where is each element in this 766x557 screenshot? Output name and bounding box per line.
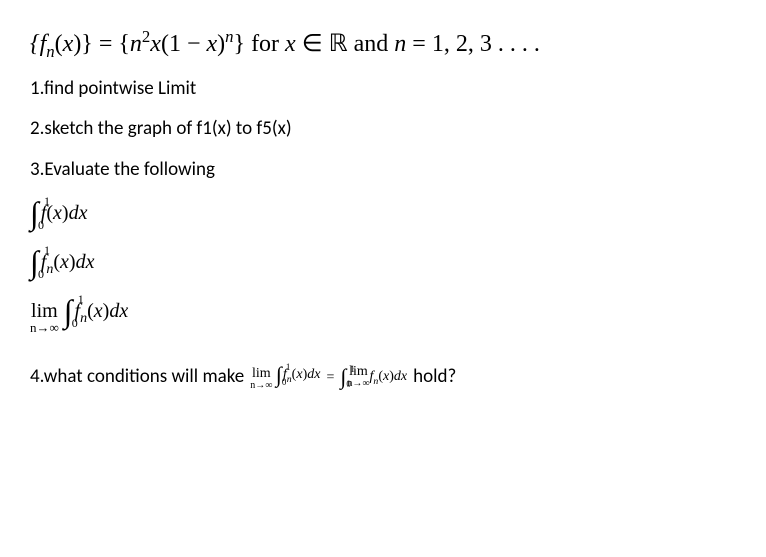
question-3: 3.Evaluate the following — [30, 157, 736, 184]
integral-icon: ∫10 — [30, 197, 39, 229]
limit-integral-fn: lim n→∞ ∫10 fn(x)dx — [30, 295, 736, 334]
sequence-definition: {fn(x)} = {n2x(1 − x)n} for x ∈ ℝ and n … — [30, 28, 736, 62]
question-4-pre: 4.what conditions will make — [30, 364, 244, 391]
question-1: 1.find pointwise Limit — [30, 76, 736, 103]
def-eq: = — [99, 31, 119, 57]
question-4-row: 4.what conditions will make lim n→∞ ∫10 … — [30, 364, 736, 391]
def-xin: x ∈ ℝ — [285, 31, 348, 57]
integral-icon: ∫10 — [340, 366, 346, 388]
integral-icon: ∫10 — [64, 295, 73, 327]
integral-icon: ∫10 — [276, 364, 282, 386]
limit-block: lim n→∞ — [250, 367, 272, 391]
def-rhs: {n2x(1 − x)n} — [118, 31, 245, 57]
q4-rhs: ∫10 lim n→∞ fn(x)dx — [340, 365, 407, 391]
def-and: and — [354, 31, 395, 57]
q4-eq: = — [326, 368, 334, 388]
question-2: 2.sketch the graph of f1(x) to f5(x) — [30, 116, 736, 143]
integral-icon: ∫10 — [30, 246, 39, 278]
q4-lhs: lim n→∞ ∫10 fn(x)dx — [250, 364, 320, 391]
integral-fn: ∫10 fn(x)dx — [30, 246, 736, 281]
def-lhs: {fn(x)} — [30, 31, 93, 57]
limit-block: lim n→∞ — [30, 301, 59, 334]
integral-f: ∫10 f(x)dx — [30, 197, 736, 232]
def-ncond: n = 1, 2, 3 . . . . — [394, 31, 540, 57]
question-4-post: hold? — [413, 364, 456, 391]
def-for: for — [251, 31, 285, 57]
